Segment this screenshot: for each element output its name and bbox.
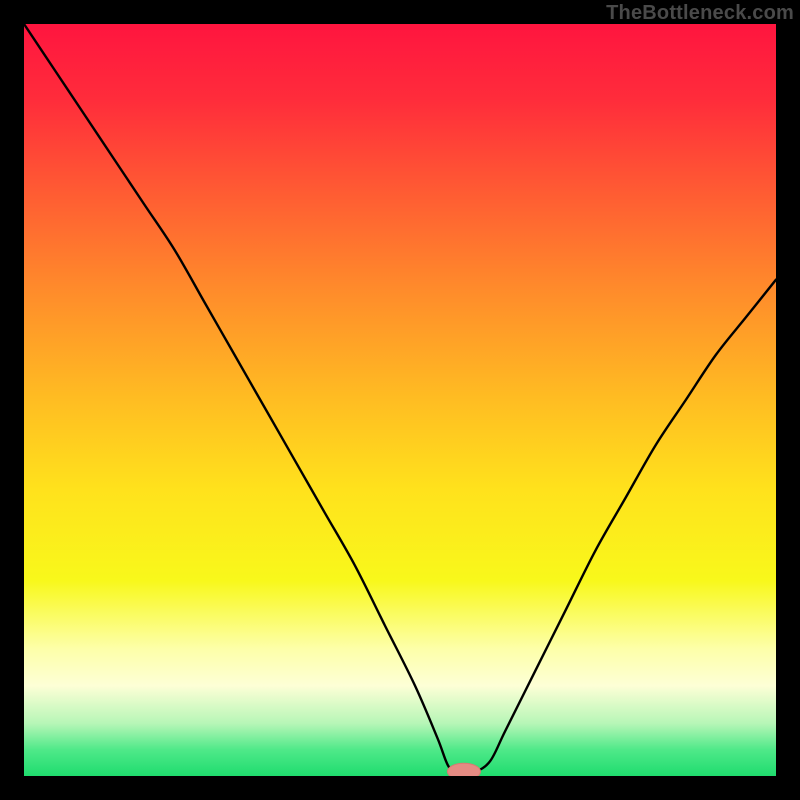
plot-area: [24, 24, 776, 776]
optimal-marker: [447, 763, 480, 776]
watermark-text: TheBottleneck.com: [606, 2, 794, 25]
bottleneck-chart: [24, 24, 776, 776]
chart-frame: TheBottleneck.com: [0, 0, 800, 800]
gradient-background: [24, 24, 776, 776]
